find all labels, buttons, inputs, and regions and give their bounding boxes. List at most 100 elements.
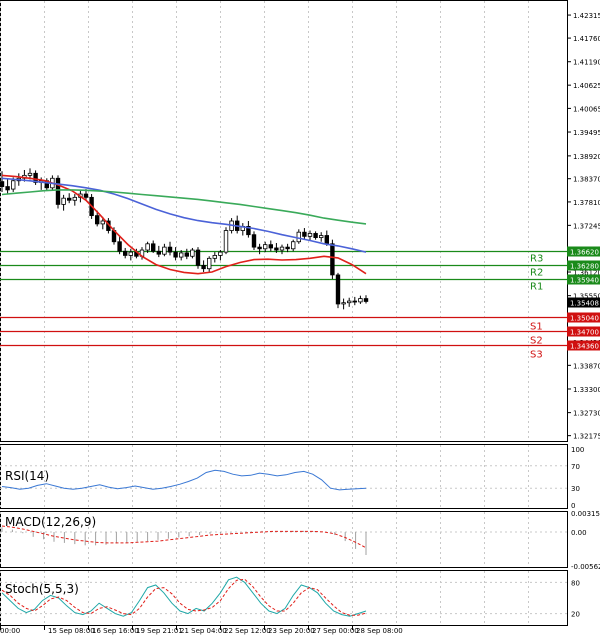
rsi-tick-label: 0 <box>571 502 575 510</box>
macd-tick-label: -0.005628 <box>571 563 600 571</box>
candle-body-down <box>0 181 5 187</box>
time-axis: 00:00 15 Sep 08:0016 Sep 16:0019 Sep 21:0… <box>0 626 403 635</box>
level-label-r1: R1 <box>530 282 543 293</box>
time-tick-label: 19 Sep 21:01 <box>136 627 183 635</box>
time-tick-label: 22 Sep 12:00 <box>224 627 271 635</box>
rsi-tick-label: 70 <box>571 463 580 471</box>
price-tick-label: 1.33300 <box>573 386 600 394</box>
candle-body-up <box>178 252 184 258</box>
candle-body-down <box>5 186 10 191</box>
candle-body-down <box>313 233 318 238</box>
level-price-value: 1.35040 <box>570 315 599 323</box>
level-price-value: 1.35940 <box>570 277 599 285</box>
candle-body-up <box>212 255 217 259</box>
macd-axis: 0.003153 0.00 -0.005628 <box>571 510 600 571</box>
candle-body-down <box>123 250 128 256</box>
candle-body-down <box>285 246 290 250</box>
candle <box>55 175 61 209</box>
time-tick-label: 15 Sep 08:00 <box>48 627 95 635</box>
price-tick-label: 1.38920 <box>573 153 600 161</box>
candle-body-up <box>341 302 346 305</box>
rsi-tick-label: 30 <box>571 485 580 493</box>
stoch-axis: 80 20 <box>571 579 580 618</box>
candle-body-up <box>72 196 77 201</box>
price-tick-label: 1.41190 <box>573 59 600 67</box>
main-pane-frame <box>0 0 568 442</box>
price-tick-label: 1.40625 <box>573 82 600 90</box>
time-tick-label: 28 Sep 08:00 <box>356 627 403 635</box>
candle <box>223 227 229 255</box>
rsi-pane-frame <box>0 444 568 509</box>
candle-body-up <box>27 172 33 176</box>
candle-body-down <box>83 193 89 198</box>
price-tick-label: 1.39495 <box>573 129 600 137</box>
candle-body-up <box>128 251 133 256</box>
candle-body-up <box>279 246 285 251</box>
candle-body-up <box>296 231 301 243</box>
forex-chart: 1.42315 1.41760 1.41190 1.40625 1.40065 1.394… <box>0 0 600 635</box>
price-tick-label: 1.41760 <box>573 35 600 43</box>
price-tick-label: 1.40065 <box>573 105 600 113</box>
level-label-s3: S3 <box>530 350 543 361</box>
rsi-label: RSI(14) <box>5 469 49 483</box>
candle-body-up <box>206 257 212 270</box>
time-tick-label: 27 Sep 00:00 <box>312 627 359 635</box>
candle-body-up <box>100 220 105 225</box>
candle-body-up <box>145 243 150 251</box>
candle-body-down <box>95 215 100 225</box>
level-price-value: 1.34360 <box>570 343 599 351</box>
time-tick-label: 00:00 <box>0 627 20 635</box>
candle-body-up <box>61 197 66 205</box>
candle-body-down <box>184 252 189 257</box>
level-price-value: 1.34700 <box>570 329 599 337</box>
stoch-tick-label: 20 <box>571 611 580 619</box>
candle-body-down <box>251 234 257 248</box>
candle-body-up <box>218 251 223 256</box>
stoch-pane-frame <box>0 570 568 626</box>
price-tick-label: 1.37245 <box>573 222 600 230</box>
candle-body-down <box>330 243 335 276</box>
macd-tick-label: 0.00 <box>571 529 587 537</box>
rsi-tick-label: 100 <box>571 446 584 454</box>
candle-body-up <box>318 235 324 238</box>
level-label-r2: R2 <box>530 268 543 279</box>
candle-body-down <box>201 264 206 270</box>
candle-body-up <box>223 230 229 253</box>
candle-body-up <box>10 180 16 190</box>
macd-label: MACD(12,26,9) <box>5 515 96 529</box>
level-price-value: 1.36280 <box>570 263 599 271</box>
time-tick-label: 16 Sep 16:00 <box>92 627 139 635</box>
price-tick-label: 1.37810 <box>573 199 600 207</box>
candle-body-down <box>173 251 178 258</box>
candle-body-up <box>262 244 268 250</box>
candle-body-up <box>358 298 363 303</box>
candle-body-down <box>67 197 72 201</box>
price-tick-label: 1.42315 <box>573 12 600 20</box>
macd-pane: 0.003153 0.00 -0.005628 MACD(12,26,9) <box>0 510 600 571</box>
level-label-r3: R3 <box>530 254 543 265</box>
candle <box>195 247 201 269</box>
macd-tick-label: 0.003153 <box>571 510 600 518</box>
stoch-pane: 80 20 Stoch(5,5,3) <box>0 570 580 626</box>
candle-body-down <box>156 250 161 255</box>
time-tick-label: 21 Sep 04:00 <box>180 627 227 635</box>
candle-body-down <box>195 249 201 266</box>
candle-body-down <box>335 274 341 305</box>
price-axis: 1.42315 1.41760 1.41190 1.40625 1.40065 1.394… <box>567 12 600 441</box>
candle-body-up <box>190 249 195 257</box>
candle-body-down <box>324 235 329 245</box>
candle-body-up <box>162 246 167 255</box>
price-tick-label: 1.33870 <box>573 362 600 370</box>
candle-body-down <box>363 298 369 302</box>
price-tick-label: 1.32730 <box>573 410 600 418</box>
candle-body-down <box>302 231 307 237</box>
candle-body-down <box>257 246 262 250</box>
candle-body-down <box>150 243 156 252</box>
current-price-value: 1.35408 <box>570 300 599 308</box>
candle-body-down <box>268 244 273 249</box>
current-price-marker: 1.35408 <box>567 297 600 308</box>
candle-body-up <box>290 241 296 250</box>
candle-body-up <box>346 300 352 304</box>
candle <box>335 272 341 309</box>
level-label-s1: S1 <box>530 322 543 333</box>
